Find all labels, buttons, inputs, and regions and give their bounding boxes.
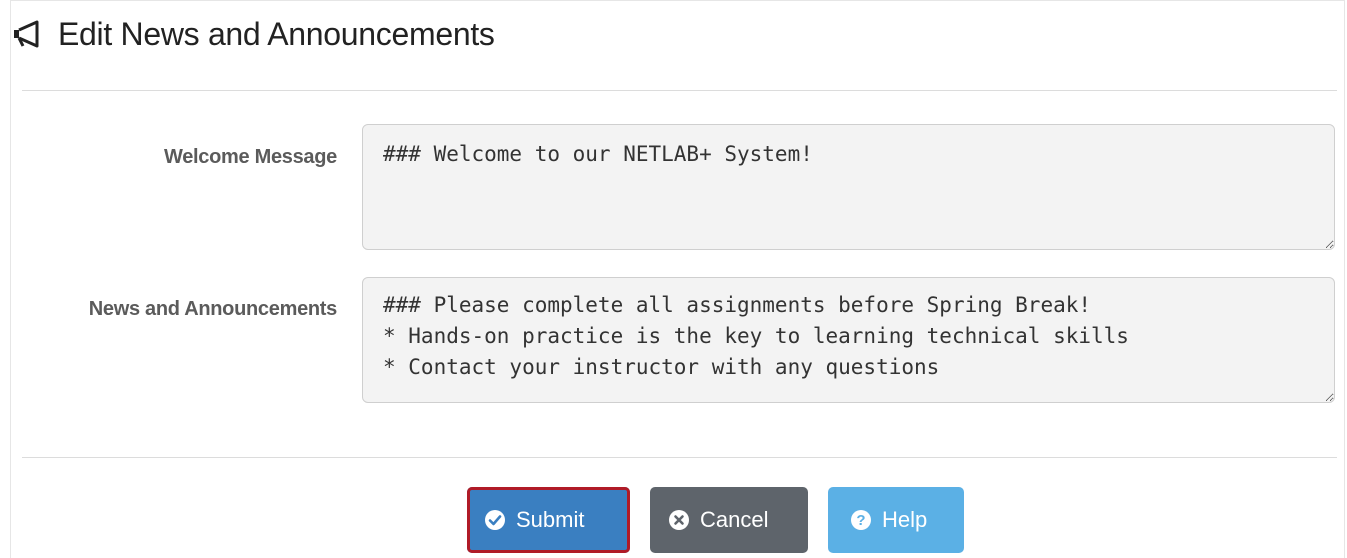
news-announcements-textarea[interactable] [362,277,1335,403]
page-title: Edit News and Announcements [58,15,495,52]
svg-text:?: ? [856,512,865,529]
page-header: Edit News and Announcements [10,12,495,56]
help-label: Help [882,507,928,532]
check-circle-icon [484,509,506,531]
question-circle-icon: ? [850,509,872,531]
cancel-label: Cancel [700,507,769,532]
bullhorn-icon [10,19,46,49]
footer-divider [22,457,1337,458]
form-actions: Submit Cancel ? Help [467,487,964,553]
submit-label: Submit [516,507,585,532]
news-announcements-label: News and Announcements [88,298,338,320]
welcome-message-label: Welcome Message [164,146,337,168]
times-circle-icon [668,509,690,531]
submit-button[interactable]: Submit [467,487,630,553]
header-divider [22,90,1337,91]
help-button[interactable]: ? Help [828,487,964,553]
cancel-button[interactable]: Cancel [650,487,808,553]
welcome-message-textarea[interactable] [362,124,1335,250]
